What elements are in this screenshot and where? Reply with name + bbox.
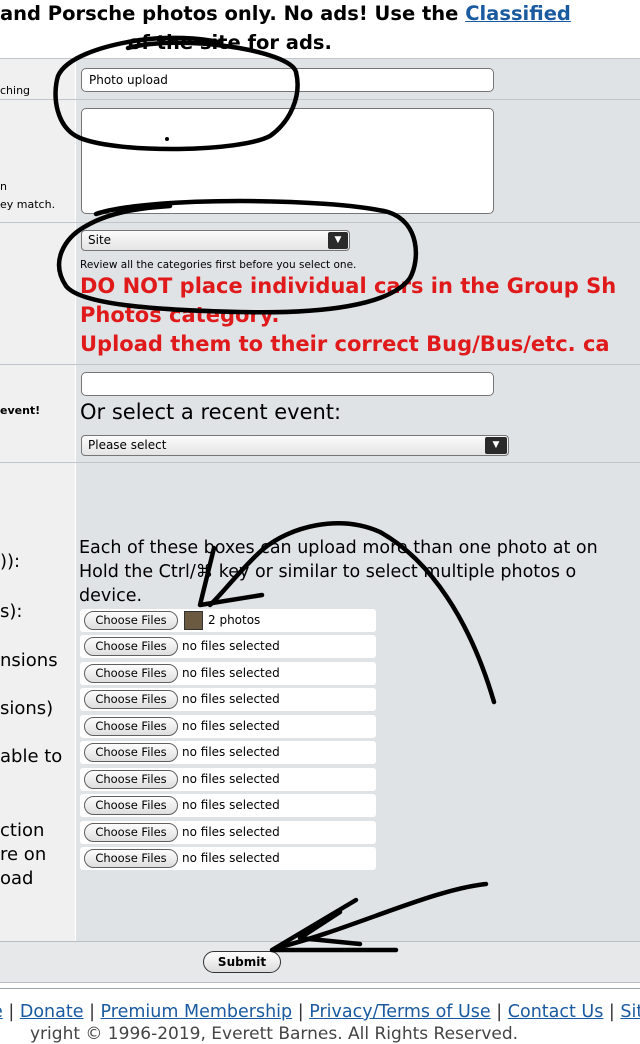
hand-drawn-annotations — [53, 35, 497, 953]
dot-mark — [165, 137, 169, 141]
curved-arrow-annotation — [207, 521, 497, 705]
category-circle-annotation — [56, 198, 419, 315]
title-circle-annotation — [53, 35, 300, 152]
